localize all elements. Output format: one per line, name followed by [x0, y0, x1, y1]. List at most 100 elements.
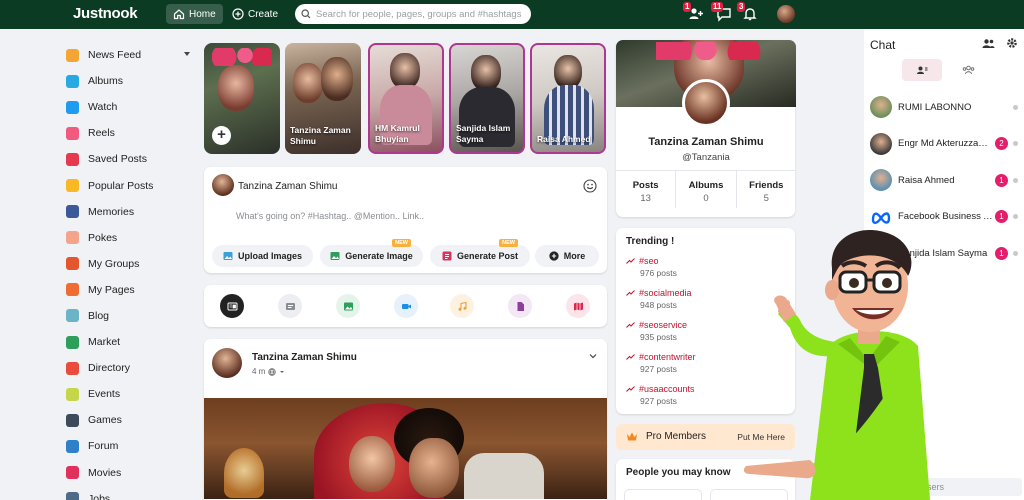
sidebar-item-label: Watch — [88, 101, 118, 114]
story-tanzina[interactable]: Tanzina Zaman Shimu — [285, 43, 361, 154]
trending-tag[interactable]: #usaaccounts — [626, 384, 695, 394]
generate-image-button[interactable]: NEW Generate Image — [320, 239, 423, 267]
sidebar-item-blog[interactable]: Blog — [60, 303, 200, 329]
sidebar-item-label: Memories — [88, 205, 135, 218]
profile-stat-albums[interactable]: Albums 0 — [676, 171, 737, 208]
sidebar-item-watch[interactable]: Watch — [60, 94, 200, 120]
trending-item[interactable]: #socialmedia 948 posts — [626, 288, 692, 318]
sidebar-item-label: My Groups — [88, 257, 140, 270]
profile-stat-posts[interactable]: Posts 13 — [616, 171, 677, 208]
trending-tag[interactable]: #contentwriter — [626, 352, 696, 362]
chevron-down-icon[interactable] — [589, 352, 597, 360]
sidebar-item-my-pages[interactable]: My Pages — [60, 277, 200, 303]
text-post-button[interactable] — [220, 294, 244, 318]
sidebar-item-forum[interactable]: Forum — [60, 433, 200, 459]
post-author-avatar[interactable] — [212, 348, 242, 378]
story-raisa[interactable]: Raisa Ahmed — [530, 43, 606, 154]
messages-button[interactable]: 11 — [711, 2, 732, 22]
sidebar-item-news-feed[interactable]: News Feed — [60, 42, 200, 68]
story-sanjida[interactable]: Sanjida Islam Sayma — [449, 43, 525, 154]
jobs-icon — [66, 492, 79, 500]
chat-contact[interactable]: RUMI LABONNO — [870, 95, 1020, 119]
trending-tag-text: #seoservice — [639, 320, 688, 330]
gif-post-button[interactable] — [278, 294, 302, 318]
global-search-input[interactable] — [316, 8, 526, 20]
trending-tag[interactable]: #seoservice — [626, 320, 687, 330]
sidebar-item-saved-posts[interactable]: Saved Posts — [60, 146, 200, 172]
trending-item[interactable]: #usaaccounts 927 posts — [626, 384, 695, 414]
my-pages-icon — [66, 283, 79, 297]
add-story-icon[interactable]: + — [212, 126, 231, 145]
caret-down-icon[interactable] — [184, 52, 190, 56]
trending-tag[interactable]: #socialmedia — [626, 288, 692, 298]
notifications-button[interactable]: 3 — [737, 2, 758, 22]
photo-post-button[interactable] — [336, 294, 360, 318]
story-name: Sanjida Islam Sayma — [456, 123, 511, 144]
my-groups-icon — [66, 257, 79, 271]
chat-contact[interactable]: Facebook Business Account1 — [870, 205, 1020, 229]
file-post-button[interactable] — [508, 294, 532, 318]
stat-label: Albums — [688, 180, 724, 191]
story-hm-kamrul[interactable]: HM Kamrul Bhuyian — [368, 43, 444, 154]
sidebar-item-albums[interactable]: Albums — [60, 68, 200, 94]
trending-tag[interactable]: #seo — [626, 256, 677, 266]
movies-icon — [66, 466, 79, 480]
plus-circle-icon — [549, 251, 559, 261]
suggestion-card[interactable] — [624, 489, 702, 500]
left-sidebar: News Feed Albums Watch Reels Saved Posts Popu… — [60, 42, 200, 500]
contact-name: Facebook Business Account — [898, 211, 994, 222]
sidebar-item-movies[interactable]: Movies — [60, 460, 200, 486]
gear-icon[interactable] — [1006, 37, 1018, 49]
trending-item[interactable]: #seoservice 935 posts — [626, 320, 687, 350]
sidebar-item-label: Events — [88, 388, 121, 401]
video-post-button[interactable] — [394, 294, 418, 318]
friend-requests-button[interactable]: 1 — [683, 2, 704, 22]
story-add[interactable]: + — [204, 43, 280, 154]
saved-posts-icon — [66, 152, 79, 166]
file-icon — [517, 301, 524, 311]
generate-post-button[interactable]: NEW Generate Post — [430, 239, 530, 267]
contacts-icon[interactable] — [982, 38, 995, 49]
sidebar-item-my-groups[interactable]: My Groups — [60, 251, 200, 277]
trending-count: 948 posts — [640, 300, 677, 310]
events-icon — [66, 387, 79, 401]
trending-count: 976 posts — [640, 268, 677, 278]
more-button[interactable]: More — [535, 245, 599, 267]
profile-stat-friends[interactable]: Friends 5 — [737, 171, 796, 208]
site-logo[interactable]: Justnook — [73, 5, 138, 22]
trending-item[interactable]: #seo 976 posts — [626, 256, 677, 286]
create-button[interactable]: Create — [225, 4, 285, 24]
composer-input[interactable]: What's going on? #Hashtag.. @Mention.. L… — [236, 211, 424, 221]
chat-tab-users[interactable] — [902, 59, 942, 81]
post-author-name[interactable]: Tanzina Zaman Shimu — [252, 352, 357, 363]
profile-avatar[interactable] — [682, 79, 730, 127]
sidebar-item-reels[interactable]: Reels — [60, 120, 200, 146]
sidebar-item-events[interactable]: Events — [60, 381, 200, 407]
emoji-icon[interactable] — [583, 179, 597, 193]
chat-contact[interactable]: Engr Md Akteruzzaman 2 — [870, 132, 1020, 156]
sidebar-item-pokes[interactable]: Pokes — [60, 225, 200, 251]
sidebar-item-market[interactable]: Market — [60, 329, 200, 355]
sidebar-item-jobs[interactable]: Jobs — [60, 486, 200, 500]
sidebar-item-games[interactable]: Games — [60, 407, 200, 433]
map-post-button[interactable] — [566, 294, 590, 318]
chat-contact[interactable]: Raisa Ahmed 1 — [870, 168, 1020, 192]
user-avatar-menu[interactable] — [777, 5, 795, 23]
upload-images-button[interactable]: Upload Images — [212, 245, 313, 267]
crown-icon — [627, 432, 637, 441]
caret-down-icon[interactable] — [279, 369, 285, 375]
trending-item[interactable]: #contentwriter 927 posts — [626, 352, 696, 382]
home-button[interactable]: Home — [166, 4, 223, 24]
friend-requests-badge: 1 — [683, 2, 692, 12]
market-icon — [66, 335, 79, 349]
profile-name[interactable]: Tanzina Zaman Shimu — [616, 136, 796, 148]
image-icon — [223, 252, 233, 260]
sidebar-item-popular-posts[interactable]: Popular Posts — [60, 172, 200, 198]
trending-tag-text: #seo — [639, 256, 659, 266]
chat-tab-groups[interactable] — [948, 59, 988, 81]
trending-up-icon — [626, 386, 635, 392]
post-image[interactable] — [204, 398, 607, 499]
sidebar-item-directory[interactable]: Directory — [60, 355, 200, 381]
sidebar-item-memories[interactable]: Memories — [60, 199, 200, 225]
audio-post-button[interactable] — [450, 294, 474, 318]
